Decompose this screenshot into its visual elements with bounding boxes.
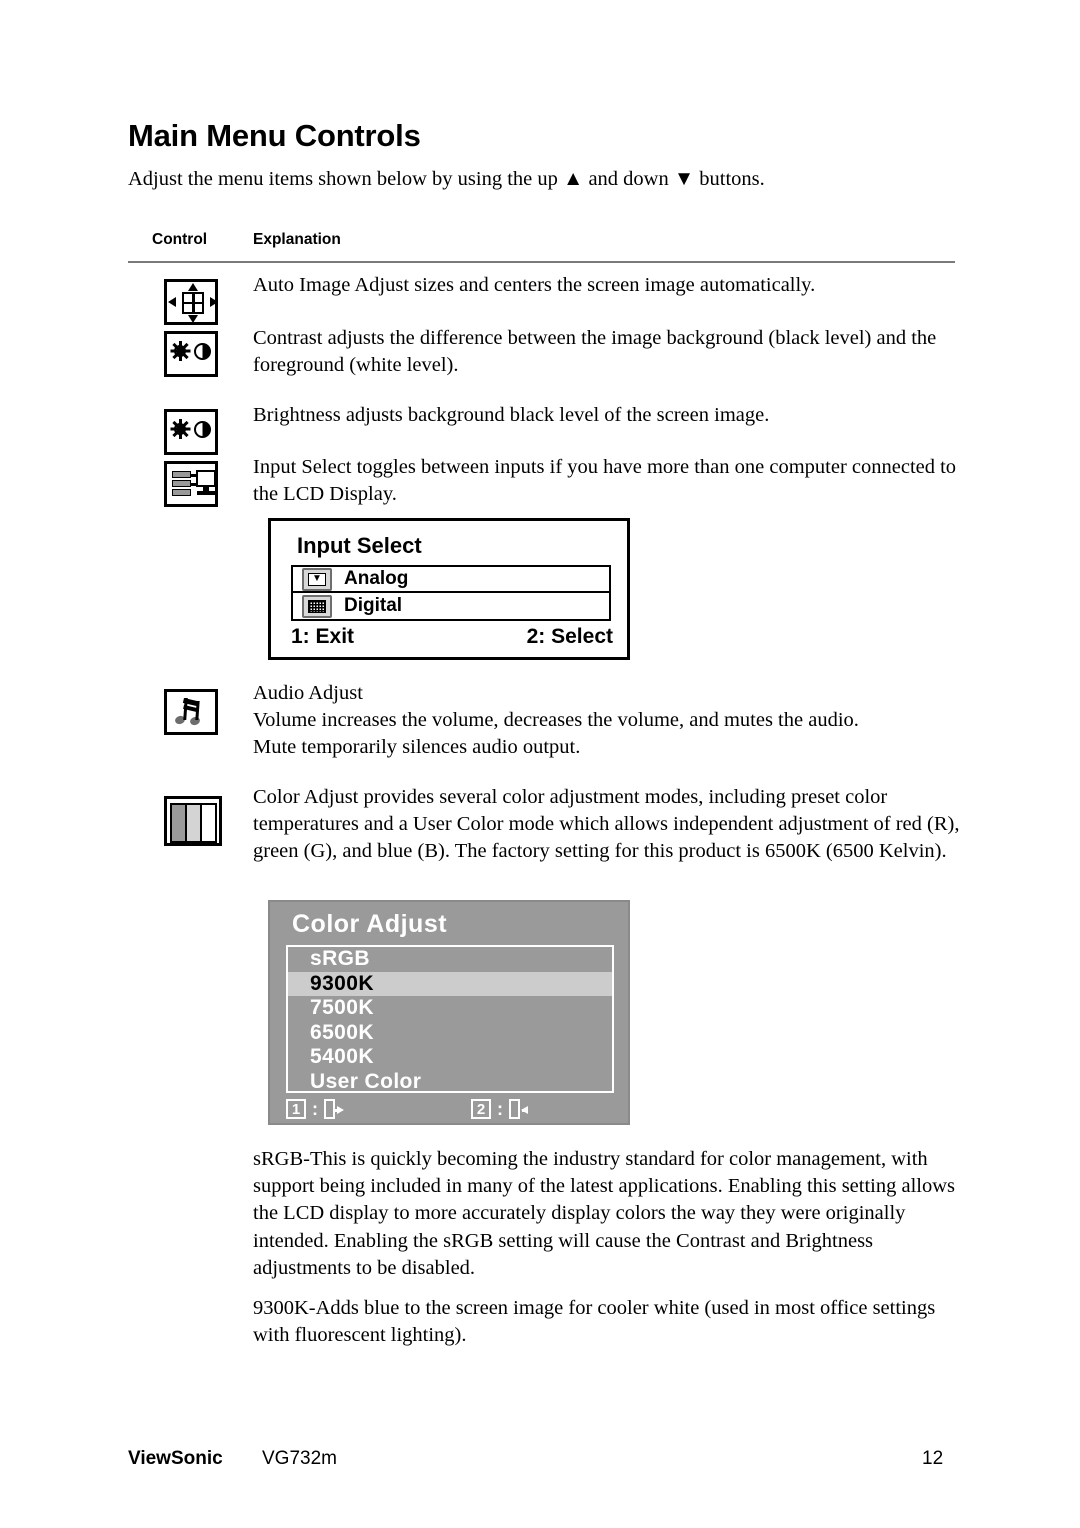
osd-footer-select: 2: Select	[526, 625, 613, 648]
srgb-paragraph: sRGB-This is quickly becoming the indust…	[253, 1148, 956, 1279]
osd-color-adjust-title: Color Adjust	[292, 910, 448, 938]
osd-key-separator: :	[312, 1098, 318, 1119]
osd-color-option-5400k[interactable]: 5400K	[288, 1045, 612, 1070]
document-page: Main Menu Controls Adjust the menu items…	[0, 0, 1080, 1528]
osd-footer-exit: 1: Exit	[291, 625, 355, 648]
audio-volume-description: Volume increases the volume, decreases t…	[253, 709, 859, 731]
9300k-paragraph: 9300K-Adds blue to the screen image for …	[253, 1297, 936, 1347]
header-divider	[128, 261, 955, 263]
page-title: Main Menu Controls	[128, 118, 421, 153]
auto-image-adjust-description: Auto Image Adjust sizes and centers the …	[253, 274, 816, 296]
osd-color-option-user-color[interactable]: User Color	[288, 1070, 612, 1095]
osd-color-option-srgb[interactable]: sRGB	[288, 947, 612, 972]
footer-page-number: 12	[922, 1448, 944, 1469]
brightness-icon	[164, 409, 218, 455]
monitor-shape	[196, 470, 216, 487]
footer-model: VG732m	[262, 1448, 337, 1469]
monitor-digital-icon	[302, 594, 332, 618]
osd-input-select-list: ▼ Analog Digital	[291, 565, 611, 621]
monitor-analog-icon: ▼	[302, 567, 332, 591]
brightness-description: Brightness adjusts background black leve…	[253, 404, 770, 426]
input-select-description: Input Select toggles between inputs if y…	[253, 456, 957, 505]
half-circle-contrast-shape	[194, 343, 211, 360]
color-adjust-icon	[164, 796, 222, 846]
audio-adjust-icon	[164, 689, 218, 735]
osd-color-option-6500k[interactable]: 6500K	[288, 1021, 612, 1046]
color-adjust-description: Color Adjust provides several color adju…	[253, 786, 960, 862]
osd-input-select-panel: Input Select ▼ Analog Digital 1: Exit 2:…	[268, 518, 630, 660]
audio-mute-description: Mute temporarily silences audio output.	[253, 736, 581, 758]
intro-paragraph: Adjust the menu items shown below by usi…	[128, 168, 765, 190]
crosshair-horizontal-shape	[182, 301, 204, 305]
column-header-control: Control	[152, 231, 208, 248]
osd-input-select-title: Input Select	[297, 533, 422, 558]
arrow-right-icon	[210, 297, 218, 307]
input-stack-shape	[172, 471, 191, 497]
enter-door-icon	[509, 1099, 530, 1119]
osd-option-analog[interactable]: ▼ Analog	[293, 567, 609, 593]
osd-color-option-7500k[interactable]: 7500K	[288, 996, 612, 1021]
osd-option-analog-label: Analog	[344, 568, 409, 589]
exit-door-icon	[324, 1099, 345, 1119]
arrow-left-icon	[168, 297, 176, 307]
osd-key-separator: :	[497, 1098, 503, 1119]
color-bar-white-shape	[200, 803, 217, 843]
audio-adjust-title: Audio Adjust	[253, 682, 363, 704]
footer-brand: ViewSonic	[128, 1448, 223, 1469]
osd-key-badge-1: 1	[286, 1099, 306, 1119]
column-header-explanation: Explanation	[253, 231, 341, 248]
osd-color-adjust-footer: 1 : 2 :	[286, 1096, 616, 1122]
osd-color-adjust-list: sRGB 9300K 7500K 6500K 5400K User Color	[286, 945, 614, 1093]
osd-option-digital-label: Digital	[344, 595, 403, 616]
osd-key-badge-2: 2	[471, 1099, 491, 1119]
osd-option-digital[interactable]: Digital	[293, 593, 609, 619]
half-circle-contrast-shape	[194, 421, 211, 438]
auto-image-adjust-icon	[164, 279, 218, 325]
osd-input-select-footer: 1: Exit 2: Select	[291, 625, 613, 649]
osd-color-adjust-panel: Color Adjust sRGB 9300K 7500K 6500K 5400…	[268, 900, 630, 1125]
input-select-icon	[164, 461, 218, 507]
contrast-description: Contrast adjusts the difference between …	[253, 327, 937, 376]
arrow-up-icon	[187, 283, 198, 291]
osd-color-option-9300k[interactable]: 9300K	[288, 971, 612, 997]
arrow-down-icon	[187, 315, 198, 323]
contrast-icon	[164, 331, 218, 377]
